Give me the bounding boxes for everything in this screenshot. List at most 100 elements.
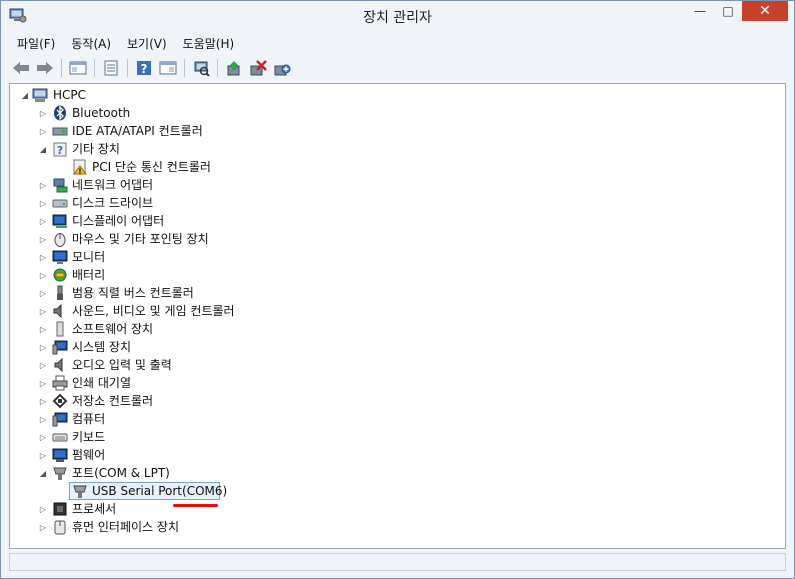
- window-title: 장치 관리자: [363, 10, 432, 26]
- tree-item-label[interactable]: 휴먼 인터페이스 장치: [72, 519, 179, 535]
- disk-drive-icon: [52, 195, 68, 211]
- expand-arrow-icon[interactable]: ▷: [38, 288, 48, 298]
- processor-icon: [52, 501, 68, 517]
- expand-arrow-icon[interactable]: ▷: [38, 522, 48, 532]
- toolbar-separator: [61, 59, 62, 77]
- tree-item-label[interactable]: 컴퓨터: [72, 411, 105, 427]
- expand-arrow-icon[interactable]: ▷: [38, 252, 48, 262]
- expand-arrow-icon[interactable]: ▷: [38, 198, 48, 208]
- tree-item-label[interactable]: 기타 장치: [72, 141, 120, 157]
- mouse-icon: [52, 231, 68, 247]
- back-arrow-icon[interactable]: [9, 57, 32, 79]
- collapse-arrow-icon[interactable]: ◢: [20, 90, 30, 100]
- expand-arrow-icon[interactable]: ▷: [38, 342, 48, 352]
- expand-arrow-icon[interactable]: ▷: [38, 360, 48, 370]
- expand-arrow-icon[interactable]: ▷: [38, 216, 48, 226]
- tree-item-label[interactable]: 디스크 드라이브: [72, 195, 153, 211]
- tree-item-label[interactable]: 모니터: [72, 249, 105, 265]
- menu-file[interactable]: 파일(F): [9, 33, 63, 54]
- tree-item-label[interactable]: 디스플레이 어댑터: [72, 213, 164, 229]
- status-bar: [9, 553, 786, 571]
- tree-item-label[interactable]: 키보드: [72, 429, 105, 445]
- tree-item-label[interactable]: 마우스 및 기타 포인팅 장치: [72, 231, 209, 247]
- toolbar-separator: [184, 59, 185, 77]
- device-manager-window: 장치 관리자 — □ ✕ 파일(F) 동작(A) 보기(V) 도움말(H) ?: [0, 0, 795, 579]
- menu-help[interactable]: 도움말(H): [175, 33, 243, 54]
- tree-item-label[interactable]: 펌웨어: [72, 447, 105, 463]
- menu-action[interactable]: 동작(A): [63, 33, 119, 54]
- action-pane-icon[interactable]: [156, 57, 179, 79]
- uninstall-device-icon[interactable]: [246, 57, 269, 79]
- toolbar-separator: [217, 59, 218, 77]
- tree-item-label[interactable]: 저장소 컨트롤러: [72, 393, 153, 409]
- close-button[interactable]: ✕: [742, 1, 788, 21]
- tree-item-label[interactable]: 오디오 입력 및 출력: [72, 357, 172, 373]
- expand-arrow-icon[interactable]: ▷: [38, 306, 48, 316]
- expand-arrow-icon[interactable]: ▷: [38, 180, 48, 190]
- audio-io-icon: [52, 357, 68, 373]
- scan-hardware-icon[interactable]: [189, 57, 212, 79]
- tree-root-label[interactable]: HCPC: [53, 87, 86, 103]
- tree-item-label[interactable]: IDE ATA/ATAPI 컨트롤러: [72, 123, 203, 139]
- battery-icon: [52, 267, 68, 283]
- menu-view[interactable]: 보기(V): [119, 33, 175, 54]
- expand-arrow-icon[interactable]: ▷: [38, 450, 48, 460]
- list-view-icon[interactable]: [99, 57, 122, 79]
- storage-controller-icon: [52, 393, 68, 409]
- warning-device-icon: !: [72, 159, 88, 176]
- tree-item-label[interactable]: 네트워크 어댑터: [72, 177, 153, 193]
- expand-arrow-icon[interactable]: ▷: [38, 432, 48, 442]
- add-legacy-hardware-icon[interactable]: [270, 57, 293, 79]
- computer-icon: [32, 87, 48, 103]
- expand-arrow-icon[interactable]: ▷: [38, 414, 48, 424]
- minimize-button[interactable]: —: [686, 1, 714, 21]
- svg-text:!: !: [78, 168, 81, 176]
- usb-controller-icon: [52, 285, 68, 301]
- tree-item-label[interactable]: 사운드, 비디오 및 게임 컨트롤러: [72, 303, 235, 319]
- printer-icon: [52, 375, 68, 391]
- tree-child-label[interactable]: PCI 단순 통신 컨트롤러: [92, 159, 211, 175]
- maximize-button[interactable]: □: [714, 1, 742, 21]
- tree-item-label[interactable]: 소프트웨어 장치: [72, 321, 153, 337]
- update-driver-icon[interactable]: [222, 57, 245, 79]
- forward-arrow-icon[interactable]: [33, 57, 56, 79]
- title-bar[interactable]: 장치 관리자 — □ ✕: [1, 1, 794, 32]
- red-underline-annotation: [173, 504, 218, 507]
- collapse-arrow-icon[interactable]: ◢: [38, 468, 48, 478]
- device-tree[interactable]: ◢ HCPC ▷ Bluetooth ▷ IDE ATA/ATAPI 컨트롤러 …: [9, 83, 786, 549]
- ide-controller-icon: [52, 123, 68, 139]
- svg-text:?: ?: [57, 144, 63, 157]
- window-controls: — □ ✕: [686, 1, 788, 21]
- display-adapter-icon: [52, 213, 68, 229]
- expand-arrow-icon[interactable]: ▷: [38, 234, 48, 244]
- expand-arrow-icon[interactable]: ▷: [38, 126, 48, 136]
- computer-category-icon: [52, 411, 68, 427]
- tree-item-label[interactable]: 범용 직렬 버스 컨트롤러: [72, 285, 194, 301]
- serial-port-icon: [72, 483, 88, 499]
- tree-item-label[interactable]: 포트(COM & LPT): [72, 465, 170, 481]
- help-icon[interactable]: ?: [132, 57, 155, 79]
- tree-item-label[interactable]: 배터리: [72, 267, 105, 283]
- expand-arrow-icon[interactable]: ▷: [38, 324, 48, 334]
- menu-bar: 파일(F) 동작(A) 보기(V) 도움말(H): [1, 32, 794, 54]
- expand-arrow-icon[interactable]: ▷: [38, 504, 48, 514]
- expand-arrow-icon[interactable]: ▷: [38, 108, 48, 118]
- hid-icon: [52, 519, 68, 535]
- toolbar-separator: [94, 59, 95, 77]
- sound-icon: [52, 303, 68, 319]
- expand-arrow-icon[interactable]: ▷: [38, 270, 48, 280]
- expand-arrow-icon[interactable]: ▷: [38, 396, 48, 406]
- collapse-arrow-icon[interactable]: ◢: [38, 144, 48, 154]
- tree-item-label[interactable]: Bluetooth: [72, 105, 130, 121]
- keyboard-icon: [52, 429, 68, 445]
- software-device-icon: [52, 321, 68, 337]
- properties-pane-icon[interactable]: [66, 57, 89, 79]
- system-device-icon: [52, 339, 68, 355]
- tree-item-label[interactable]: 프로세서: [72, 501, 116, 517]
- svg-text:?: ?: [140, 62, 147, 76]
- tree-item-label[interactable]: 시스템 장치: [72, 339, 131, 355]
- network-adapter-icon: [52, 177, 68, 193]
- selected-device-label[interactable]: USB Serial Port(COM6): [92, 483, 227, 499]
- expand-arrow-icon[interactable]: ▷: [38, 378, 48, 388]
- tree-item-label[interactable]: 인쇄 대기열: [72, 375, 131, 391]
